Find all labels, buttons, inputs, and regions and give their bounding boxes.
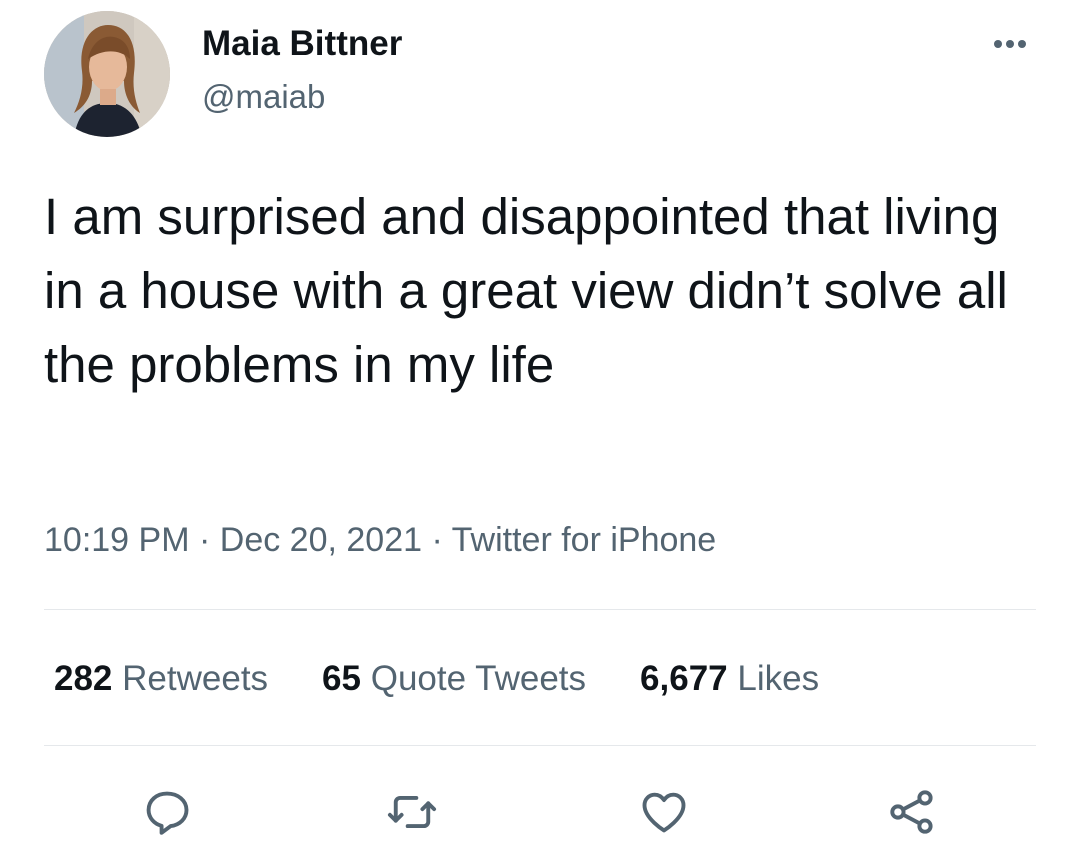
divider [44,745,1036,746]
likes-count: 6,677 [640,659,728,698]
tweet-metadata: 10:19 PM · Dec 20, 2021 · Twitter for iP… [44,518,716,562]
retweet-button[interactable] [382,782,442,842]
retweets-stat[interactable]: 282 Retweets [54,656,268,702]
meta-separator: · [198,521,211,559]
avatar-photo [44,11,170,137]
more-options-button[interactable] [984,24,1036,64]
likes-stat[interactable]: 6,677 Likes [640,656,819,702]
reply-button[interactable] [137,782,197,842]
more-horizontal-icon [994,40,1026,48]
user-handle[interactable]: @maiab [202,76,325,118]
meta-separator: · [431,521,443,559]
avatar[interactable] [44,11,170,137]
divider [44,609,1036,610]
retweets-label: Retweets [122,659,269,698]
share-icon [890,790,933,834]
share-button[interactable] [882,782,942,842]
retweet-icon [387,795,437,829]
tweet-card: Maia Bittner @maiab I am surprised and d… [0,0,1080,864]
display-name[interactable]: Maia Bittner [202,22,402,66]
tweet-date[interactable]: Dec 20, 2021 [220,521,422,559]
tweet-text: I am surprised and disappointed that liv… [44,188,1008,393]
quote-tweets-count: 65 [322,659,361,698]
quote-tweets-label: Quote Tweets [370,659,587,698]
engagement-stats: 282 Retweets 65 Quote Tweets 6,677 Likes [54,656,873,702]
reply-icon [146,791,189,835]
tweet-source[interactable]: Twitter for iPhone [452,521,717,559]
likes-label: Likes [737,659,820,698]
action-bar [0,782,1080,842]
quote-tweets-stat[interactable]: 65 Quote Tweets [322,656,586,702]
like-button[interactable] [634,782,694,842]
retweets-count: 282 [54,659,113,698]
tweet-time[interactable]: 10:19 PM [44,521,190,559]
heart-icon [642,792,686,833]
